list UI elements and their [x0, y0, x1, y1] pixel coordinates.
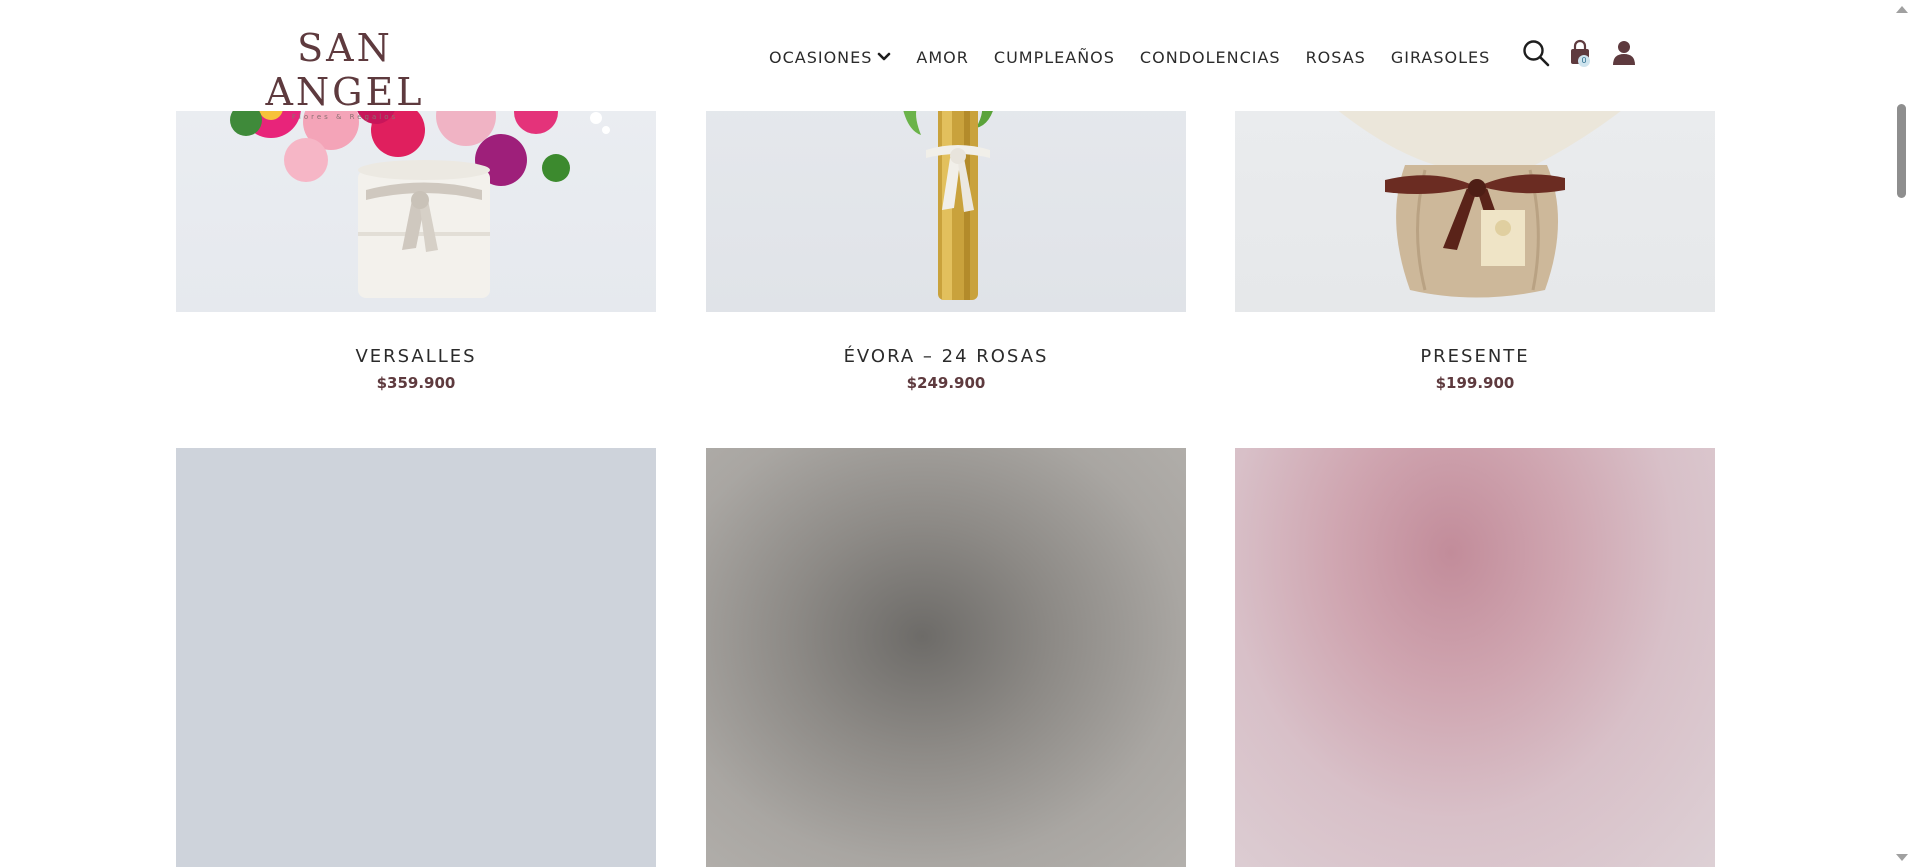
product-image-placeholder[interactable]	[1235, 448, 1715, 867]
scroll-down-arrow-icon[interactable]	[1896, 854, 1908, 861]
brand-name: SAN ANGEL	[265, 26, 425, 114]
product-title[interactable]: VERSALLES	[176, 346, 656, 367]
nav-item-label: AMOR	[916, 47, 969, 67]
main-nav: OCASIONES AMOR CUMPLEAÑOS CONDOLENCIAS R…	[769, 46, 1490, 68]
product-image-placeholder[interactable]	[706, 448, 1186, 867]
product-title[interactable]: PRESENTE	[1235, 346, 1715, 367]
cart-button[interactable]: 0	[1565, 38, 1595, 68]
user-icon	[1613, 41, 1635, 65]
nav-item-label: GIRASOLES	[1390, 47, 1491, 67]
header-actions: 0	[1521, 38, 1639, 68]
scroll-up-arrow-icon[interactable]	[1896, 6, 1908, 13]
page-scrollbar[interactable]	[1893, 0, 1910, 867]
chevron-down-icon	[878, 52, 891, 61]
product-price: $249.900	[906, 374, 986, 392]
brand-tagline: Flores & Regalos	[291, 113, 399, 121]
page-viewport: VERSALLES $359.900 ÉVORA – 24 ROSAS $249…	[0, 0, 1910, 867]
cart-count-badge: 0	[1578, 55, 1590, 67]
nav-item-amor[interactable]: AMOR	[916, 48, 968, 67]
nav-item-condolencias[interactable]: CONDOLENCIAS	[1140, 48, 1281, 67]
account-button[interactable]	[1609, 38, 1639, 68]
scrollbar-thumb[interactable]	[1897, 104, 1906, 198]
nav-item-label: CONDOLENCIAS	[1139, 47, 1281, 67]
search-icon	[1523, 40, 1550, 67]
nav-item-label: ROSAS	[1305, 47, 1366, 67]
nav-item-rosas[interactable]: ROSAS	[1306, 48, 1366, 67]
nav-item-label: OCASIONES	[769, 47, 873, 67]
product-title[interactable]: ÉVORA – 24 ROSAS	[706, 346, 1186, 367]
search-button[interactable]	[1521, 38, 1551, 68]
brand-logo[interactable]: SAN ANGEL Flores & Regalos	[240, 26, 450, 121]
site-header: SAN ANGEL Flores & Regalos OCASIONES AMO…	[0, 0, 1893, 121]
nav-item-ocasiones[interactable]: OCASIONES	[769, 48, 891, 67]
product-image-placeholder[interactable]	[176, 448, 656, 867]
nav-item-cumpleanos[interactable]: CUMPLEAÑOS	[994, 48, 1115, 67]
nav-item-girasoles[interactable]: GIRASOLES	[1391, 48, 1490, 67]
product-price: $359.900	[376, 374, 456, 392]
product-price: $199.900	[1435, 374, 1515, 392]
nav-item-label: CUMPLEAÑOS	[993, 47, 1115, 67]
